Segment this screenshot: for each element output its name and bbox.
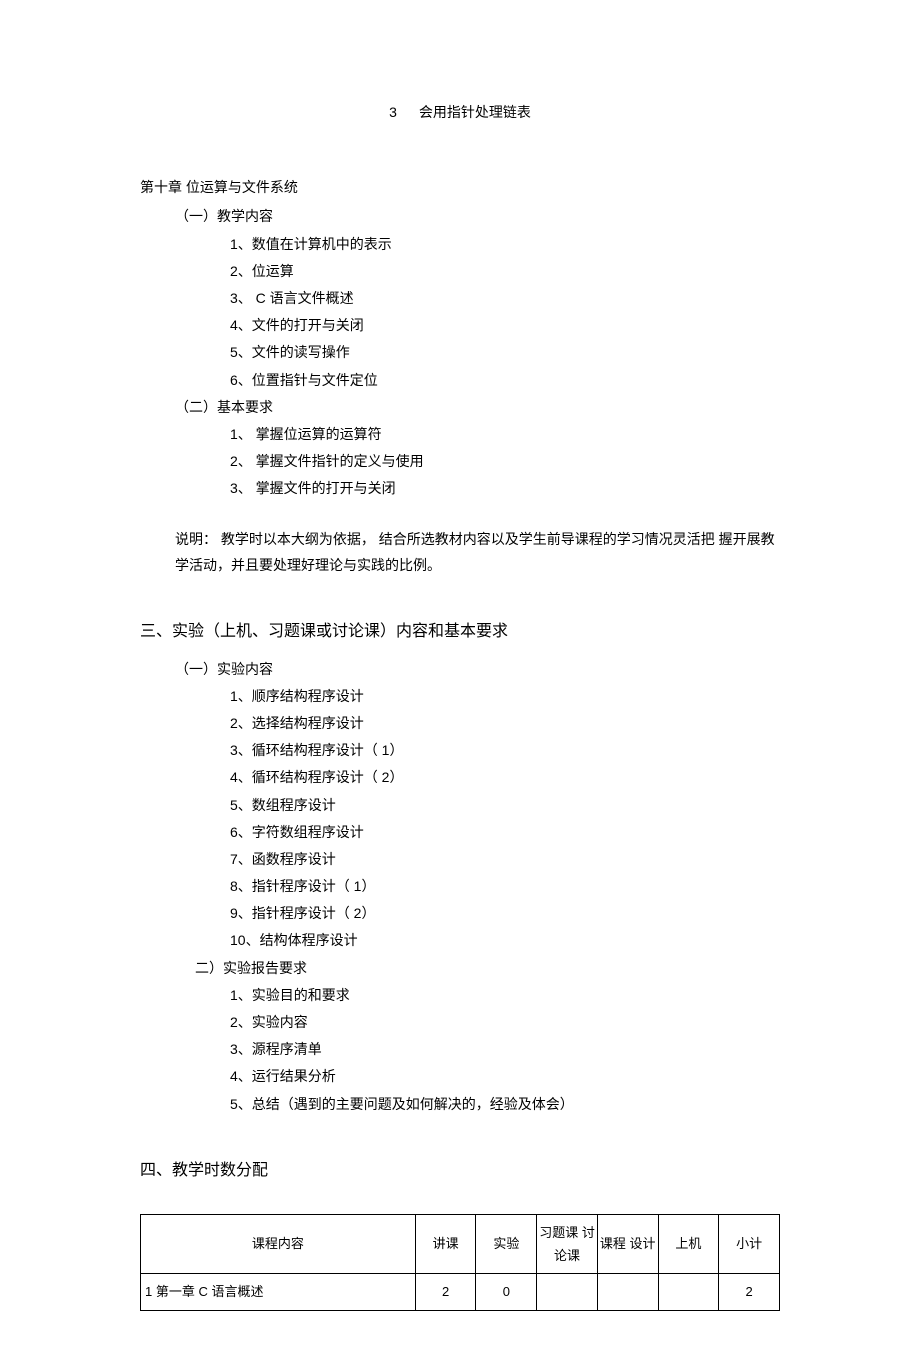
list-item: 2、位运算 [230, 259, 780, 284]
list-item: 1、顺序结构程序设计 [230, 684, 780, 709]
cell-content: 1 第一章 C 语言概述 [141, 1274, 416, 1310]
sec3-sub1-label: （一）实验内容 [175, 657, 780, 682]
list-item: 1、数值在计算机中的表示 [230, 232, 780, 257]
ch10-sub1-label: （一）教学内容 [175, 204, 780, 229]
list-item: 2、 掌握文件指针的定义与使用 [230, 449, 780, 474]
cell-subtotal: 2 [719, 1274, 780, 1310]
sec3-sub2-label: 二）实验报告要求 [195, 956, 780, 981]
section-3-heading: 三、实验（上机、习题课或讨论课）内容和基本要求 [140, 618, 780, 647]
cell-design [597, 1274, 658, 1310]
th-content: 课程内容 [141, 1214, 416, 1274]
list-item: 4、运行结果分析 [230, 1064, 780, 1089]
list-item: 3、源程序清单 [230, 1037, 780, 1062]
cell-lecture: 2 [415, 1274, 476, 1310]
hours-allocation-table: 课程内容 讲课 实验 习题课 讨论课 课程 设计 上机 小计 1 第一章 C 语… [140, 1214, 780, 1311]
cell-computer [658, 1274, 719, 1310]
list-item: 3、 C 语言文件概述 [230, 286, 780, 311]
list-item: 1、实验目的和要求 [230, 983, 780, 1008]
note-paragraph: 说明： 教学时以本大纲为依据， 结合所选教材内容以及学生前导课程的学习情况灵活把… [175, 527, 780, 577]
table-row: 1 第一章 C 语言概述 2 0 2 [141, 1274, 780, 1310]
th-design: 课程 设计 [597, 1214, 658, 1274]
th-computer: 上机 [658, 1214, 719, 1274]
list-item: 7、函数程序设计 [230, 847, 780, 872]
cell-lab: 0 [476, 1274, 537, 1310]
section-4-heading: 四、教学时数分配 [140, 1157, 780, 1186]
top-text: 会用指针处理链表 [419, 104, 531, 120]
list-item: 5、文件的读写操作 [230, 340, 780, 365]
list-item: 4、文件的打开与关闭 [230, 313, 780, 338]
list-item: 6、字符数组程序设计 [230, 820, 780, 845]
list-item: 5、数组程序设计 [230, 793, 780, 818]
table-header-row: 课程内容 讲课 实验 习题课 讨论课 课程 设计 上机 小计 [141, 1214, 780, 1274]
cell-discuss [537, 1274, 598, 1310]
th-lecture: 讲课 [415, 1214, 476, 1274]
list-item: 6、位置指针与文件定位 [230, 368, 780, 393]
prev-chapter-tail: 3 会用指针处理链表 [140, 100, 780, 125]
list-item: 10、结构体程序设计 [230, 928, 780, 953]
chapter-10-title: 第十章 位运算与文件系统 [140, 175, 780, 200]
list-item: 3、 掌握文件的打开与关闭 [230, 476, 780, 501]
ch10-sub2-label: （二）基本要求 [175, 395, 780, 420]
th-discuss: 习题课 讨论课 [537, 1214, 598, 1274]
list-item: 2、选择结构程序设计 [230, 711, 780, 736]
list-item: 1、 掌握位运算的运算符 [230, 422, 780, 447]
list-item: 3、循环结构程序设计（ 1） [230, 738, 780, 763]
th-lab: 实验 [476, 1214, 537, 1274]
list-item: 2、实验内容 [230, 1010, 780, 1035]
top-num: 3 [389, 104, 397, 120]
list-item: 5、总结（遇到的主要问题及如何解决的，经验及体会） [230, 1092, 780, 1117]
list-item: 8、指针程序设计（ 1） [230, 874, 780, 899]
list-item: 9、指针程序设计（ 2） [230, 901, 780, 926]
list-item: 4、循环结构程序设计（ 2） [230, 765, 780, 790]
th-subtotal: 小计 [719, 1214, 780, 1274]
